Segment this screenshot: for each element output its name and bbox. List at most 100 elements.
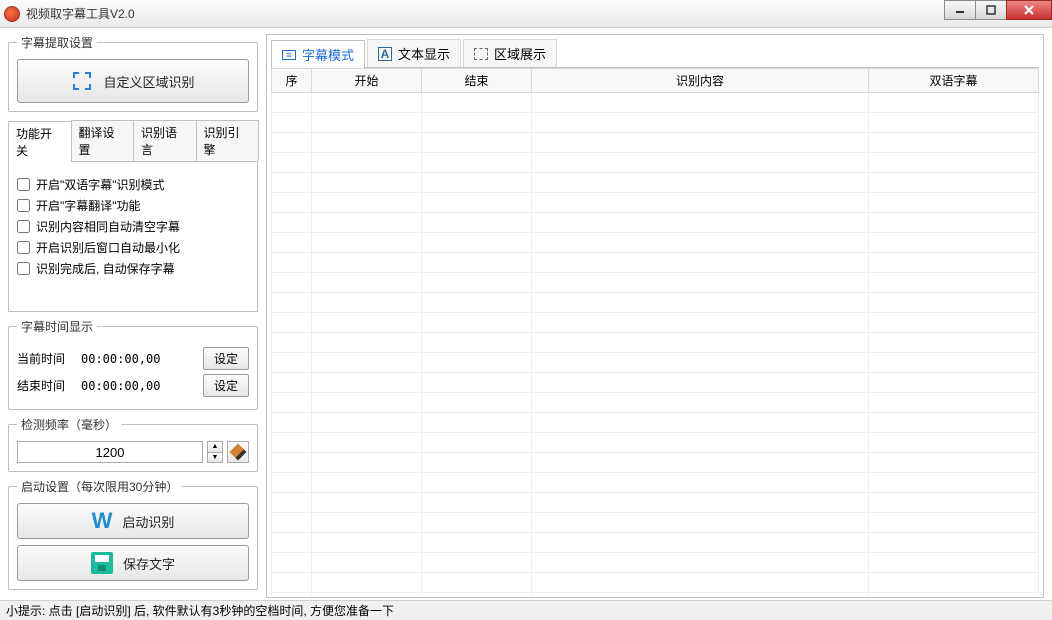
table-row[interactable] [272, 353, 1039, 373]
table-cell[interactable] [869, 413, 1039, 433]
table-cell[interactable] [422, 333, 532, 353]
set-end-time-button[interactable]: 设定 [203, 374, 249, 397]
table-cell[interactable] [272, 493, 312, 513]
table-cell[interactable] [532, 393, 869, 413]
table-cell[interactable] [272, 453, 312, 473]
table-cell[interactable] [422, 413, 532, 433]
table-cell[interactable] [312, 513, 422, 533]
table-cell[interactable] [532, 433, 869, 453]
table-cell[interactable] [422, 213, 532, 233]
table-cell[interactable] [312, 93, 422, 113]
table-cell[interactable] [312, 453, 422, 473]
table-cell[interactable] [272, 593, 312, 596]
table-cell[interactable] [532, 493, 869, 513]
table-cell[interactable] [422, 113, 532, 133]
tab-subtitle-mode[interactable]: ≡ 字幕模式 [271, 40, 365, 68]
table-row[interactable] [272, 553, 1039, 573]
table-row[interactable] [272, 193, 1039, 213]
table-cell[interactable] [422, 133, 532, 153]
table-cell[interactable] [272, 513, 312, 533]
table-cell[interactable] [422, 93, 532, 113]
table-cell[interactable] [312, 353, 422, 373]
table-cell[interactable] [869, 393, 1039, 413]
table-row[interactable] [272, 313, 1039, 333]
table-row[interactable] [272, 273, 1039, 293]
table-cell[interactable] [312, 133, 422, 153]
table-cell[interactable] [869, 533, 1039, 553]
table-cell[interactable] [422, 313, 532, 333]
table-cell[interactable] [312, 233, 422, 253]
table-cell[interactable] [869, 573, 1039, 593]
table-cell[interactable] [869, 113, 1039, 133]
table-cell[interactable] [312, 213, 422, 233]
table-cell[interactable] [272, 553, 312, 573]
custom-region-button[interactable]: 自定义区域识别 [17, 59, 249, 103]
option-clear-same[interactable]: 识别内容相同自动清空字幕 [17, 218, 249, 235]
save-text-button[interactable]: 保存文字 [17, 545, 249, 581]
col-start[interactable]: 开始 [312, 69, 422, 93]
table-row[interactable] [272, 573, 1039, 593]
table-cell[interactable] [422, 173, 532, 193]
table-cell[interactable] [532, 133, 869, 153]
table-cell[interactable] [869, 353, 1039, 373]
table-cell[interactable] [422, 193, 532, 213]
col-end[interactable]: 结束 [422, 69, 532, 93]
table-row[interactable] [272, 373, 1039, 393]
table-cell[interactable] [272, 233, 312, 253]
table-row[interactable] [272, 153, 1039, 173]
table-cell[interactable] [869, 433, 1039, 453]
table-cell[interactable] [272, 253, 312, 273]
table-cell[interactable] [869, 193, 1039, 213]
table-cell[interactable] [272, 313, 312, 333]
table-cell[interactable] [869, 513, 1039, 533]
table-cell[interactable] [869, 333, 1039, 353]
table-cell[interactable] [422, 353, 532, 373]
table-cell[interactable] [869, 453, 1039, 473]
table-cell[interactable] [869, 153, 1039, 173]
option-translate[interactable]: 开启"字幕翻译"功能 [17, 197, 249, 214]
table-cell[interactable] [272, 573, 312, 593]
table-cell[interactable] [869, 253, 1039, 273]
col-content[interactable]: 识别内容 [532, 69, 869, 93]
table-cell[interactable] [312, 473, 422, 493]
table-cell[interactable] [532, 533, 869, 553]
table-cell[interactable] [312, 573, 422, 593]
table-cell[interactable] [532, 253, 869, 273]
table-row[interactable] [272, 413, 1039, 433]
table-row[interactable] [272, 173, 1039, 193]
table-cell[interactable] [272, 113, 312, 133]
minimize-button[interactable] [944, 0, 976, 20]
table-cell[interactable] [869, 473, 1039, 493]
table-cell[interactable] [422, 393, 532, 413]
tab-recog-engine[interactable]: 识别引擎 [196, 120, 260, 161]
table-row[interactable] [272, 93, 1039, 113]
table-cell[interactable] [532, 473, 869, 493]
table-cell[interactable] [312, 313, 422, 333]
table-cell[interactable] [532, 573, 869, 593]
table-cell[interactable] [532, 193, 869, 213]
table-cell[interactable] [312, 173, 422, 193]
table-cell[interactable] [272, 173, 312, 193]
frequency-edit-button[interactable] [227, 441, 249, 463]
table-cell[interactable] [532, 413, 869, 433]
table-cell[interactable] [532, 593, 869, 596]
table-cell[interactable] [272, 533, 312, 553]
table-cell[interactable] [312, 493, 422, 513]
table-cell[interactable] [312, 153, 422, 173]
table-cell[interactable] [869, 133, 1039, 153]
table-cell[interactable] [422, 293, 532, 313]
table-cell[interactable] [869, 553, 1039, 573]
table-cell[interactable] [532, 513, 869, 533]
table-cell[interactable] [312, 433, 422, 453]
spinner-down-icon[interactable]: ▼ [208, 453, 222, 463]
table-row[interactable] [272, 513, 1039, 533]
option-bilingual[interactable]: 开启"双语字幕"识别模式 [17, 176, 249, 193]
table-cell[interactable] [312, 373, 422, 393]
table-cell[interactable] [272, 433, 312, 453]
table-cell[interactable] [272, 373, 312, 393]
table-cell[interactable] [532, 213, 869, 233]
table-cell[interactable] [532, 373, 869, 393]
table-cell[interactable] [312, 413, 422, 433]
table-cell[interactable] [312, 273, 422, 293]
table-cell[interactable] [422, 373, 532, 393]
